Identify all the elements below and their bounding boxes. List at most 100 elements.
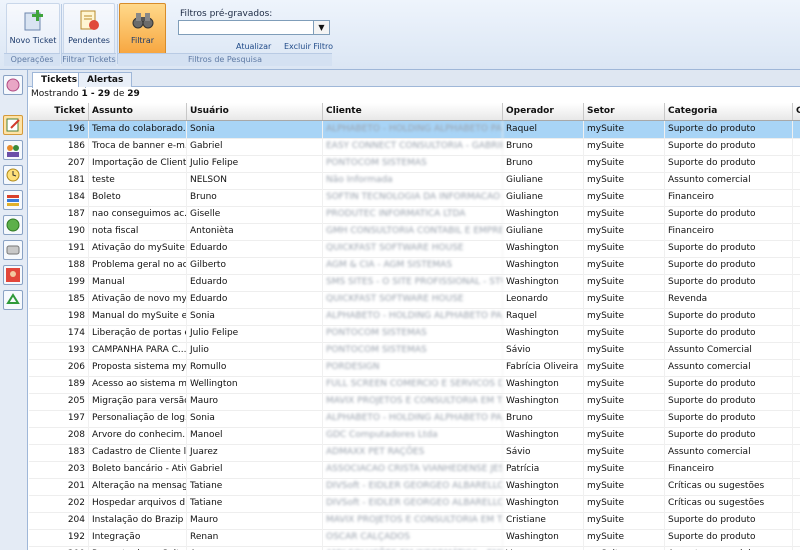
users-icon[interactable]	[3, 140, 23, 160]
cell-operador: Sávio	[503, 342, 584, 359]
table-row[interactable]: 197 Personaliação de log... Sonia ALPHABETO…	[29, 410, 800, 428]
cell-usuario: Renan	[187, 529, 323, 546]
cell-setor: mySuite	[584, 206, 665, 223]
cell-ticket: 174	[29, 325, 89, 342]
cell-usuario: Juarez	[187, 444, 323, 461]
cell-cliente: PONTOCOM SISTEMAS	[323, 325, 503, 342]
cell-operador: Giuliane	[503, 223, 584, 240]
cell-usuario: Gabriel	[187, 138, 323, 155]
table-row[interactable]: 202 Hospedar arquivos d... Tatiane DIVSoft …	[29, 495, 800, 513]
table-row[interactable]: 174Liberação de portas e...Julio FelipeP…	[29, 325, 800, 343]
cell-categoria: Suporte do produto	[665, 257, 793, 274]
cell-ticket: 202	[29, 495, 89, 512]
cell-operador: Washington	[503, 393, 584, 410]
cell-assunto: Ativação do mySuite (...	[89, 240, 187, 257]
filtrar-button[interactable]: Filtrar	[119, 3, 166, 55]
cell-ticket: 193	[29, 342, 89, 359]
cell-assunto: Alteração na mensag...	[89, 478, 187, 495]
cell-operador: Giuliane	[503, 172, 584, 189]
table-row[interactable]: 181 teste NELSON Não Informada Giuliane mySui…	[29, 172, 800, 190]
cell-assunto: Boleto bancário - Ativ...	[89, 461, 187, 478]
clock-icon[interactable]	[3, 165, 23, 185]
cell-categoria: Suporte do produto	[665, 393, 793, 410]
books-icon[interactable]	[3, 190, 23, 210]
refresh-ticket-icon[interactable]	[3, 75, 23, 95]
table-row[interactable]: 200Proposta do mySuite ...AmyAMY SOLUÇÕE…	[29, 546, 800, 550]
cell-operador: Washington	[503, 240, 584, 257]
cell-setor: mySuite	[584, 172, 665, 189]
table-row[interactable]: 201 Alteração na mensag... Tatiane DIVSoft …	[29, 478, 800, 496]
table-row[interactable]: 189 Acesso ao sistema m... Wellington FULL …	[29, 376, 800, 394]
cell-categoria: Assunto comercial	[665, 359, 793, 376]
cell-assunto: Importação de Client...	[89, 155, 187, 172]
table-row[interactable]: 199 Manual Eduardo SMS SITES - O SITE PROFI…	[29, 274, 800, 292]
edit-note-icon[interactable]	[3, 115, 23, 135]
cell-ticket: 206	[29, 359, 89, 376]
table-row[interactable]: 185 Ativação de novo my... Eduardo QUICKFAS…	[29, 291, 800, 309]
col-usuario[interactable]: Usuário	[187, 103, 323, 120]
table-row[interactable]: 204 Instalação do Brazip ... Mauro MAVIX PR…	[29, 512, 800, 530]
table-row[interactable]: 206 Proposta sistema my... Romullo PORDESIG…	[29, 359, 800, 377]
table-row[interactable]: 183 Cadastro de Cliente l... Juarez ADMAXX …	[29, 444, 800, 462]
col-setor[interactable]: Setor	[584, 103, 665, 120]
col-cliente[interactable]: Cliente	[323, 103, 503, 120]
cell-setor: mySuite	[584, 495, 665, 512]
table-row[interactable]: 198 Manual do mySuite e... Sonia ALPHABETO …	[29, 308, 800, 326]
cell-setor: mySuite	[584, 240, 665, 257]
cell-assunto: Ativação de novo my...	[89, 291, 187, 308]
table-row[interactable]: 191Ativação do mySuite (...EduardoQUICKF…	[29, 240, 800, 258]
table-row[interactable]: 208 Arvore do conhecim... Manoel GDC Comput…	[29, 427, 800, 445]
table-row[interactable]: 187 nao conseguimos ac... Giselle PRODUTEC …	[29, 206, 800, 224]
col-extra[interactable]: C	[793, 103, 800, 120]
cell-setor: mySuite	[584, 223, 665, 240]
cell-ticket: 203	[29, 461, 89, 478]
cell-usuario: Julio Felipe	[187, 325, 323, 342]
chat-icon[interactable]	[3, 240, 23, 260]
cell-categoria: Suporte do produto	[665, 427, 793, 444]
ribbon: Novo Ticket Operações Pendentes Filtrar …	[0, 0, 800, 70]
cell-categoria: Críticas ou sugestões	[665, 495, 793, 512]
novo-ticket-label: Novo Ticket	[9, 36, 57, 45]
excluir-filtro-button[interactable]: Excluir Filtro	[284, 42, 333, 51]
col-operador[interactable]: Operador	[503, 103, 584, 120]
novo-ticket-button[interactable]: Novo Ticket	[6, 3, 60, 55]
col-ticket[interactable]: Ticket	[29, 103, 89, 120]
side-toolbar	[0, 70, 28, 550]
person-icon[interactable]	[3, 265, 23, 285]
new-ticket-icon	[24, 10, 43, 31]
table-row[interactable]: 190 nota fiscal Antonièta GMH CONSULTORIA C…	[29, 223, 800, 241]
table-row[interactable]: 188 Problema geral no ac... Gilberto AGM & …	[29, 257, 800, 275]
cell-operador: Bruno	[503, 155, 584, 172]
col-assunto[interactable]: Assunto	[89, 103, 187, 120]
record-count-total: 29	[127, 89, 140, 99]
group-filtrar-label: Filtrar Tickets	[62, 53, 116, 66]
atualizar-button[interactable]: Atualizar	[236, 42, 271, 51]
filtros-pregravados-select[interactable]: ▼	[178, 20, 330, 35]
table-row[interactable]: 193 CAMPANHA PARA C... Julio PONTOCOM SISTE…	[29, 342, 800, 360]
table-row[interactable]: 186 Troca de banner e-m... Gabriel EASY CON…	[29, 138, 800, 156]
table-row[interactable]: 196 Tema do colaborado... Sonia ALPHABETO -…	[29, 121, 800, 139]
recycle-icon[interactable]	[3, 290, 23, 310]
table-row[interactable]: 205Migração para versão ...MauroMAVIX PR…	[29, 393, 800, 411]
cell-cliente: ALPHABETO - HOLDING ALPHABETO PARTI...	[323, 121, 503, 138]
table-row[interactable]: 203 Boleto bancário - Ativ... Gabriel ASSOC…	[29, 461, 800, 479]
table-row[interactable]: 207 Importação de Client... Julio Felipe PO…	[29, 155, 800, 173]
cell-assunto: Integração	[89, 529, 187, 546]
cell-operador: Patrícia	[503, 461, 584, 478]
record-count-prefix: Mostrando	[31, 89, 82, 99]
chevron-down-icon[interactable]: ▼	[313, 21, 329, 34]
cell-cliente: ADMAXX PET RAÇÕES	[323, 444, 503, 461]
tab-alertas[interactable]: Alertas	[78, 72, 133, 87]
col-categoria[interactable]: Categoria	[665, 103, 793, 120]
cell-cliente: AMY SOLUÇÕES EM INFORMÁTICA - EMPRESA...	[323, 546, 503, 550]
cell-cliente: SOFTIN TECNOLOGIA DA INFORMACAO - L...	[323, 189, 503, 206]
tab-strip: Tickets Alertas	[28, 70, 800, 88]
record-count: Mostrando 1 - 29 de 29	[31, 89, 140, 99]
cell-categoria: Assunto comercial	[665, 172, 793, 189]
table-row[interactable]: 192 Integração Renan OSCAR CALÇADOS Washingt…	[29, 529, 800, 547]
contacts-icon[interactable]	[3, 215, 23, 235]
pendentes-button[interactable]: Pendentes	[63, 3, 115, 55]
cell-cliente: ALPHABETO - HOLDING ALPHABETO PARTI...	[323, 308, 503, 325]
cell-ticket: 197	[29, 410, 89, 427]
table-row[interactable]: 184 Boleto Bruno SOFTIN TECNOLOGIA DA INFOR…	[29, 189, 800, 207]
